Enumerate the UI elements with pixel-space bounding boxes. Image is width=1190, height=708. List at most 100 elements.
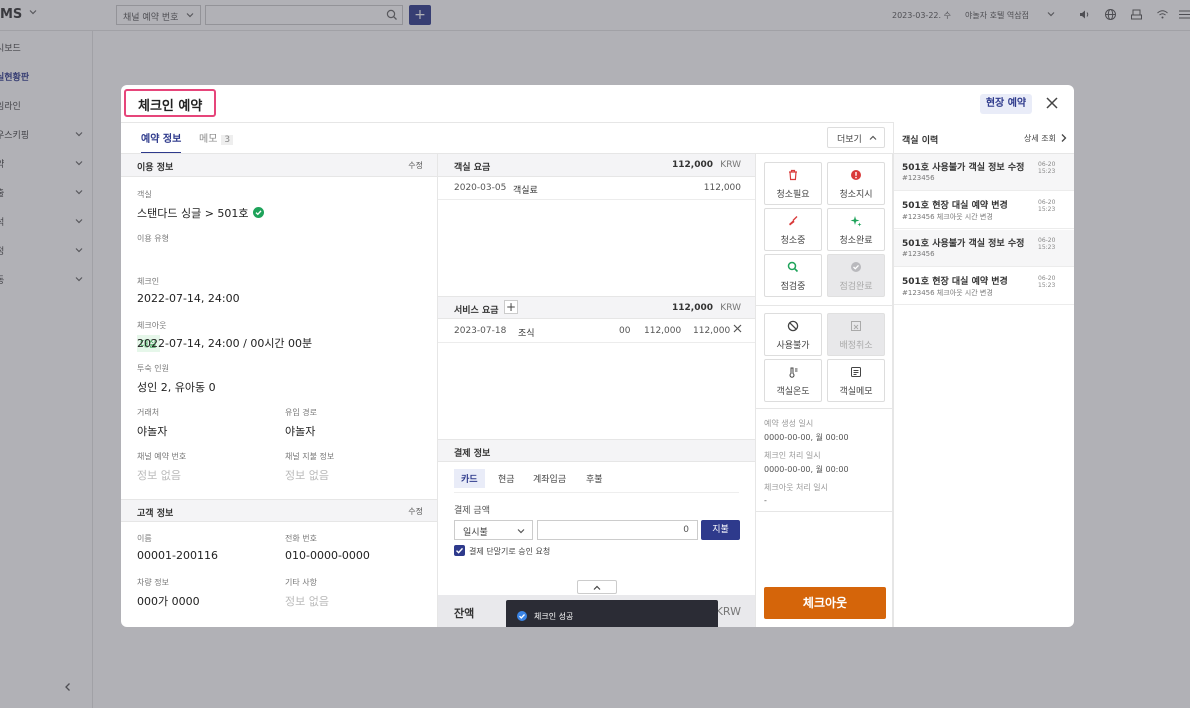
history-item-detail: #123456 체크아웃 시간 변경	[902, 289, 993, 297]
checkout-processed-label: 체크아웃 처리 일시	[764, 483, 828, 492]
room-label: 객실	[137, 190, 152, 199]
channel-reservation-no-value: 정보 없음	[137, 469, 181, 482]
guest-info-header: 고객 정보 수정	[121, 499, 437, 522]
guests-value: 성인 2, 유아동 0	[137, 381, 216, 394]
etc-value: 정보 없음	[285, 595, 329, 608]
tab-memo[interactable]: 메모 3	[199, 130, 234, 154]
cancel-assign-icon	[850, 320, 862, 332]
history-item-title: 501호 사용불가 객실 정보 수정	[902, 163, 1025, 173]
room-history-column: 객실 이력 상세 조회 501호 사용불가 객실 정보 수정 06-20 15:…	[893, 122, 1074, 627]
channel-payment-value: 정보 없음	[285, 469, 329, 482]
checkout-label: 체크아웃	[137, 321, 167, 330]
payment-amount-label: 결제 금액	[454, 506, 490, 516]
chevron-right-icon	[1059, 133, 1068, 143]
history-item-title: 501호 사용불가 객실 정보 수정	[902, 239, 1025, 249]
history-item-date: 06-20 15:23	[1038, 199, 1056, 213]
section-title: 객실 요금	[454, 163, 491, 173]
room-value: 스탠다드 싱글 > 501호	[137, 205, 264, 221]
approve-terminal-label: 결제 단말기로 승인 요청	[469, 547, 551, 556]
payment-tab-cash[interactable]: 현금	[491, 469, 522, 488]
charges-column: 객실 요금 112,000 KRW 2020-03-05 객실료 112,000…	[438, 154, 756, 627]
guest-name-value: 00001-200116	[137, 549, 218, 562]
history-item-detail: #123456	[902, 174, 935, 182]
guests-label: 투숙 인원	[137, 364, 169, 373]
car-label: 차량 정보	[137, 578, 169, 587]
payment-tab-card[interactable]: 카드	[454, 469, 485, 488]
divider	[454, 492, 739, 493]
room-memo-button[interactable]: 객실메모	[827, 359, 885, 402]
approve-terminal-checkbox[interactable]	[454, 545, 465, 556]
created-at-label: 예약 생성 일시	[764, 419, 814, 428]
payment-tab-deferred[interactable]: 후불	[579, 469, 610, 488]
tab-label: 메모	[199, 134, 218, 145]
installment-value: 일시불	[463, 528, 488, 538]
inspection-complete-button[interactable]: 점검완료	[827, 254, 885, 297]
edit-usage-button[interactable]: 수정	[408, 160, 423, 171]
unavailable-button[interactable]: 사용불가	[764, 313, 822, 356]
history-item[interactable]: 501호 사용불가 객실 정보 수정 06-20 15:23 #123456	[894, 230, 1074, 267]
charge-price: 112,000	[703, 183, 741, 193]
pay-button[interactable]: 지불	[701, 520, 740, 540]
checkout-value: 2022-07-14, 24:00 / 00시간 00분	[137, 337, 313, 350]
room-temperature-button[interactable]: 객실온도	[764, 359, 822, 402]
phone-value: 010-0000-0000	[285, 549, 370, 562]
charge-unit-price: 112,000	[644, 326, 682, 336]
search-icon	[787, 261, 799, 273]
cancel-assignment-button[interactable]: 배정취소	[827, 313, 885, 356]
toast-notification: 체크인 성공	[506, 600, 718, 627]
ban-icon	[787, 320, 799, 332]
checkout-processed-value: -	[764, 496, 767, 505]
history-item-detail: #123456	[902, 250, 935, 258]
etc-label: 기타 사항	[285, 578, 317, 587]
installment-select[interactable]: 일시불	[454, 520, 533, 540]
check-circle-icon	[517, 611, 527, 621]
close-icon[interactable]	[733, 324, 742, 333]
expand-button[interactable]	[577, 580, 617, 594]
checkin-processed-value: 0000-00-00, 월 00:00	[764, 465, 849, 474]
checkout-button[interactable]: 체크아웃	[764, 587, 886, 619]
payment-amount-input[interactable]: 0	[537, 520, 698, 540]
cleaning-complete-button[interactable]: 청소완료	[827, 208, 885, 251]
action-label: 청소필요	[776, 190, 810, 200]
inspecting-button[interactable]: 점검중	[764, 254, 822, 297]
usage-type-label: 이용 유형	[137, 234, 169, 243]
memo-count-badge: 3	[221, 135, 234, 145]
edit-guest-button[interactable]: 수정	[408, 506, 423, 517]
table-row[interactable]: 2020-03-05 객실료 112,000	[438, 177, 755, 200]
cleaning-in-progress-button[interactable]: 청소중	[764, 208, 822, 251]
cleaning-order-button[interactable]: 청소지시	[827, 162, 885, 205]
currency-unit: KRW	[720, 303, 741, 313]
charge-date: 2020-03-05	[454, 183, 507, 193]
more-button[interactable]: 더보기	[827, 127, 885, 148]
history-item[interactable]: 501호 사용불가 객실 정보 수정 06-20 15:23 #123456	[894, 154, 1074, 191]
section-title: 고객 정보	[137, 509, 174, 519]
balance-label: 잔액	[454, 607, 475, 620]
channel-value: 야놀자	[285, 425, 316, 438]
thermometer-icon	[787, 366, 799, 378]
chevron-up-icon	[592, 583, 602, 593]
cleaning-needed-button[interactable]: 청소필요	[764, 162, 822, 205]
partner-value: 야놀자	[137, 425, 168, 438]
tab-reservation-info[interactable]: 예약 정보	[141, 130, 182, 154]
section-title: 결제 정보	[454, 449, 491, 459]
action-label: 사용불가	[776, 341, 810, 351]
chevron-down-icon	[516, 526, 526, 536]
table-row[interactable]: 2023-07-18 조식 00 112,000 112,000	[438, 320, 755, 343]
add-service-button[interactable]: +	[504, 300, 518, 314]
history-item[interactable]: 501호 현장 대실 예약 변경 06-20 15:23 #123456 체크아…	[894, 192, 1074, 229]
payment-info-header: 결제 정보	[438, 439, 755, 462]
payment-tab-transfer[interactable]: 계좌입금	[526, 469, 573, 488]
car-value: 000가 0000	[137, 595, 200, 608]
usage-info-header: 이용 정보 수정	[121, 154, 437, 177]
tab-label: 예약 정보	[141, 134, 182, 145]
charge-date: 2023-07-18	[454, 326, 507, 336]
history-item[interactable]: 501호 현장 대실 예약 변경 06-20 15:23 #123456 체크아…	[894, 268, 1074, 305]
divider	[756, 408, 893, 409]
service-charge-header: 서비스 요금 + 112,000 KRW	[438, 296, 755, 319]
balance-unit: KRW	[715, 605, 741, 618]
history-item-title: 501호 현장 대실 예약 변경	[902, 201, 1008, 211]
sparkle-icon	[850, 215, 862, 227]
close-icon[interactable]	[1045, 96, 1059, 110]
alert-icon	[850, 169, 862, 181]
history-detail-link[interactable]: 상세 조회	[1024, 133, 1067, 144]
